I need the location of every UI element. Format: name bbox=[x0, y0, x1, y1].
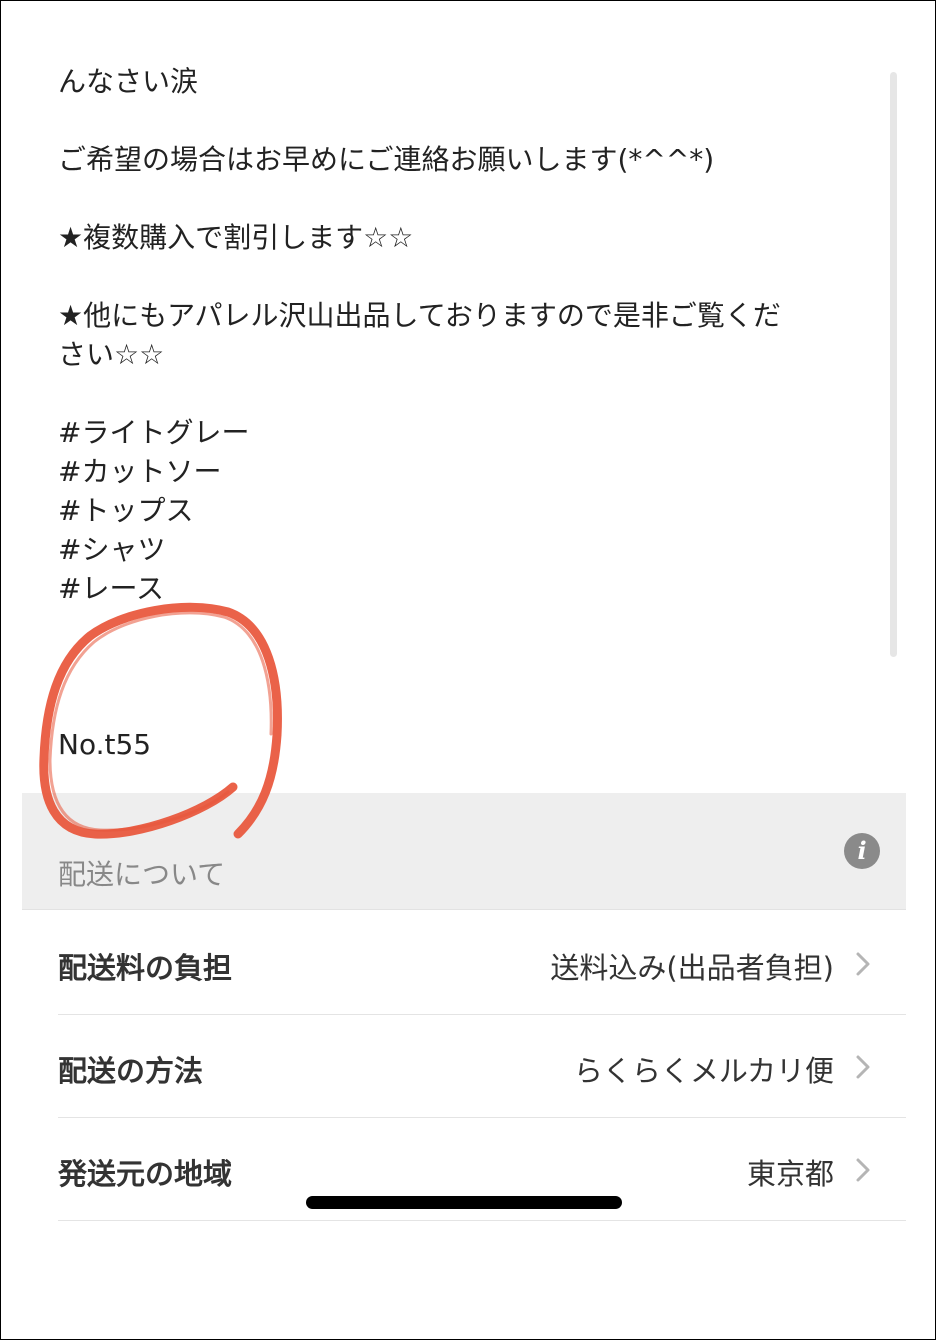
ship-from-region-value: 東京都 bbox=[746, 1157, 834, 1191]
description-line: ★他にもアパレル沢山出品しておりますので是非ご覧くだ bbox=[58, 299, 781, 332]
shipping-method-value: らくらくメルカリ便 bbox=[573, 1054, 834, 1088]
description-line: さい☆☆ bbox=[58, 338, 165, 371]
shipping-fee-row[interactable]: 配送料の負担 送料込み(出品者負担) bbox=[58, 911, 906, 1015]
shipping-method-row[interactable]: 配送の方法 らくらくメルカリ便 bbox=[58, 1014, 906, 1118]
section-title: 配送について bbox=[58, 858, 226, 891]
hashtag-tops[interactable]: #トップス bbox=[58, 491, 878, 530]
home-indicator[interactable] bbox=[306, 1196, 622, 1209]
shipping-fee-label: 配送料の負担 bbox=[58, 951, 233, 985]
shipping-method-label: 配送の方法 bbox=[58, 1054, 204, 1088]
description-line: ご希望の場合はお早めにご連絡お願いします(*^^*) bbox=[58, 143, 715, 176]
hashtag-lace[interactable]: #レース bbox=[58, 569, 878, 608]
ship-from-region-label: 発送元の地域 bbox=[58, 1157, 233, 1191]
hashtag-light-gray[interactable]: #ライトグレー bbox=[58, 413, 878, 452]
hashtag-shirt[interactable]: #シャツ bbox=[58, 530, 878, 569]
info-icon[interactable]: i bbox=[844, 833, 880, 869]
item-number: No.t55 bbox=[58, 728, 152, 761]
shipping-section-header: 配送について i bbox=[22, 793, 906, 910]
chevron-right-icon bbox=[856, 1055, 870, 1079]
description-scrollbar[interactable] bbox=[890, 72, 897, 657]
chevron-right-icon bbox=[856, 952, 870, 976]
hashtag-cut-and-sew[interactable]: #カットソー bbox=[58, 452, 878, 491]
chevron-right-icon bbox=[856, 1158, 870, 1182]
description-line: ★複数購入で割引します☆☆ bbox=[58, 221, 414, 254]
item-description: んなさい涙 ご希望の場合はお早めにご連絡お願いします(*^^*) ★複数購入で割… bbox=[58, 62, 878, 764]
description-line: んなさい涙 bbox=[58, 65, 199, 98]
shipping-fee-value: 送料込み(出品者負担) bbox=[550, 951, 834, 985]
